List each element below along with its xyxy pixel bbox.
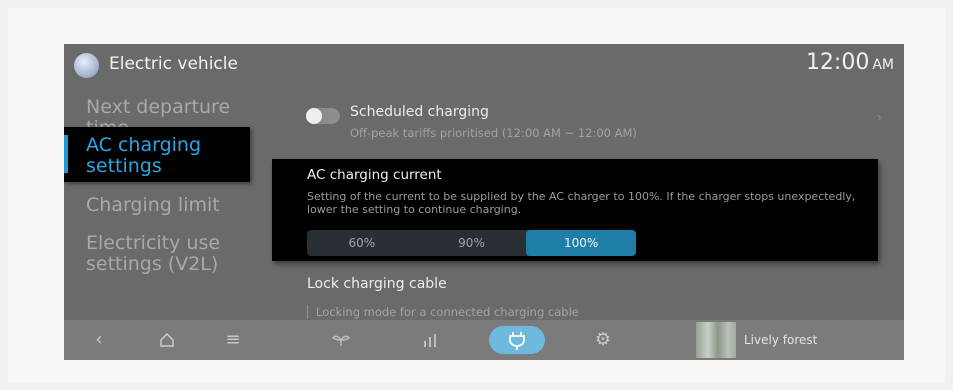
scheduled-charging-toggle[interactable] bbox=[306, 108, 340, 124]
chevron-right-icon[interactable]: › bbox=[876, 110, 882, 126]
scheduled-charging-subtitle: Off-peak tariffs prioritised (12:00 AM ~… bbox=[350, 126, 637, 140]
header: Electric vehicle 12:00 AM bbox=[64, 44, 904, 86]
menu-item-charging-limit[interactable]: Charging limit bbox=[86, 195, 271, 216]
ac-current-title: AC charging current bbox=[307, 167, 442, 183]
toggle-knob bbox=[306, 108, 322, 124]
clock-ampm: AM bbox=[872, 57, 894, 73]
ac-charging-current-panel: AC charging current Setting of the curre… bbox=[272, 159, 878, 261]
menu-item-ac-charging-label: AC charging settings bbox=[86, 134, 202, 177]
menu-icon[interactable]: ≡ bbox=[218, 320, 248, 360]
app-title: Electric vehicle bbox=[109, 54, 238, 74]
active-indicator-bar bbox=[64, 135, 68, 173]
leaf-icon[interactable] bbox=[326, 320, 356, 360]
ev-app-icon bbox=[74, 53, 99, 78]
ev-settings-screen: Electric vehicle 12:00 AM Next departure … bbox=[64, 44, 904, 360]
menu-item-ac-charging[interactable]: AC charging settings bbox=[64, 127, 250, 182]
bottom-bar: ‹ ≡ ⚙ Lively forest bbox=[64, 320, 904, 360]
ac-current-description: Setting of the current to be supplied by… bbox=[307, 190, 856, 216]
charging-plug-icon bbox=[509, 332, 525, 350]
lock-cable-subtitle: Locking mode for a connected charging ca… bbox=[307, 305, 579, 319]
option-60[interactable]: 60% bbox=[307, 230, 417, 256]
media-label[interactable]: Lively forest bbox=[744, 320, 817, 360]
option-90[interactable]: 90% bbox=[417, 230, 527, 256]
option-100[interactable]: 100% bbox=[526, 230, 636, 256]
charging-plug-button[interactable] bbox=[489, 326, 545, 354]
bars-chart-icon[interactable] bbox=[416, 320, 446, 360]
clock: 12:00 AM bbox=[806, 50, 894, 75]
home-icon[interactable] bbox=[152, 320, 182, 360]
ac-current-selector: 60% 90% 100% bbox=[307, 230, 636, 256]
lock-cable-title[interactable]: Lock charging cable bbox=[307, 276, 447, 292]
scheduled-charging-title[interactable]: Scheduled charging bbox=[350, 104, 489, 120]
media-thumbnail[interactable] bbox=[696, 322, 736, 358]
clock-time: 12:00 bbox=[805, 50, 870, 75]
back-icon[interactable]: ‹ bbox=[84, 320, 114, 360]
menu-item-v2l[interactable]: Electricity use settings (V2L) bbox=[86, 233, 271, 275]
settings-gear-icon[interactable]: ⚙ bbox=[588, 320, 618, 360]
